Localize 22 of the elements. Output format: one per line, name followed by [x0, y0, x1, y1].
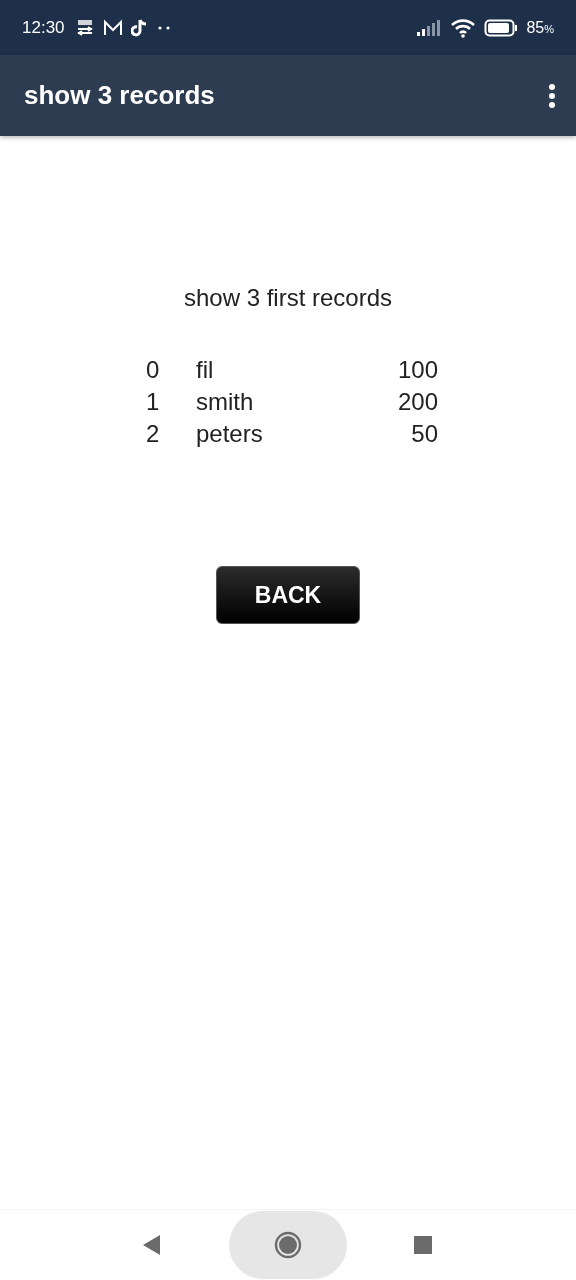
more-notifications-icon	[156, 24, 171, 31]
wifi-icon	[450, 17, 477, 38]
record-index: 0	[145, 355, 161, 385]
home-circle-icon[interactable]	[274, 1231, 302, 1259]
record-index: 2	[145, 419, 161, 449]
record-index: 1	[145, 387, 161, 417]
record-name: fil	[196, 355, 215, 385]
app-title: show 3 records	[24, 80, 216, 111]
signal-icon	[416, 19, 443, 36]
record-name: peters	[196, 419, 264, 449]
heading: show 3 first records	[183, 284, 393, 312]
back-button[interactable]: BACK	[216, 566, 360, 624]
record-value: 200	[396, 387, 438, 417]
back-icon[interactable]	[142, 1234, 162, 1256]
battery-icon	[484, 18, 519, 37]
music-note-icon	[130, 17, 149, 38]
record-value: 50	[410, 419, 438, 449]
status-time: 12:30	[22, 17, 65, 38]
record-value: 100	[396, 355, 438, 385]
battery-percentage: 85%	[526, 18, 554, 37]
mail-icon	[102, 18, 123, 37]
record-name: smith	[196, 387, 255, 417]
